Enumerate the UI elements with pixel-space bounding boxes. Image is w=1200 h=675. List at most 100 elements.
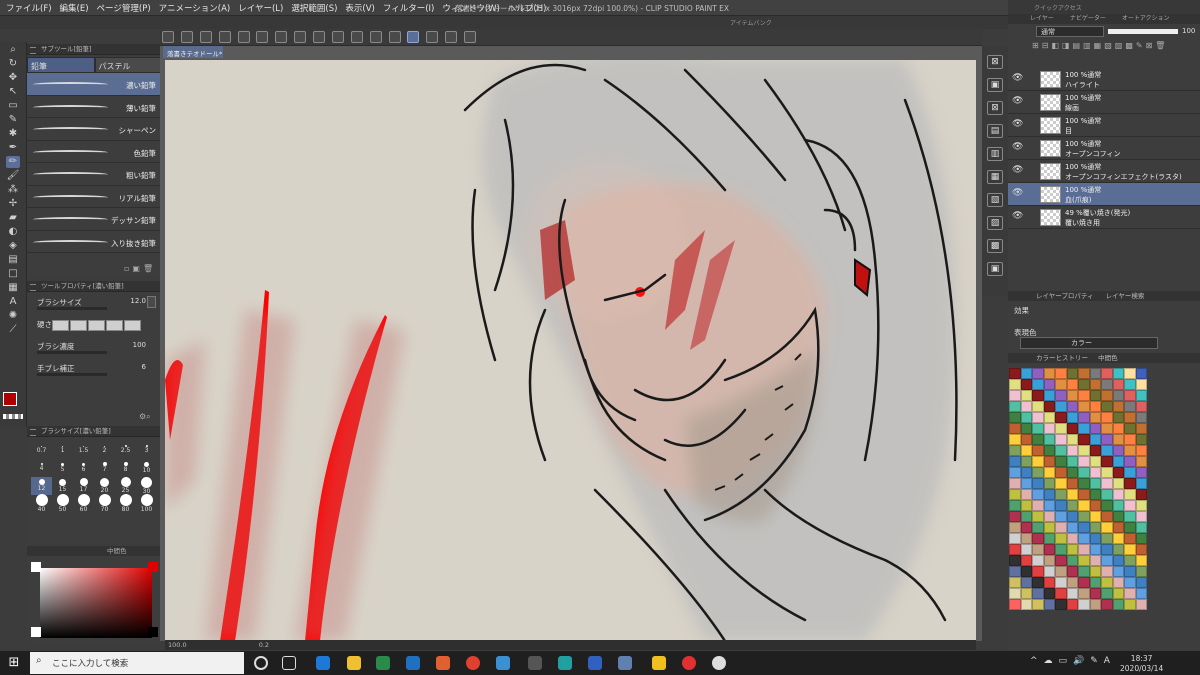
airbrush-icon[interactable]: ⁂ — [6, 184, 20, 196]
color-swatch[interactable] — [1112, 511, 1124, 522]
color-swatch[interactable] — [1009, 555, 1021, 566]
color-swatch[interactable] — [1032, 555, 1044, 566]
color-swatch[interactable] — [1135, 423, 1147, 434]
color-swatch[interactable] — [1009, 577, 1021, 588]
color-swatch[interactable] — [1055, 555, 1067, 566]
color-swatch[interactable] — [1124, 379, 1136, 390]
color-swatch[interactable] — [1032, 445, 1044, 456]
tab-layer-property[interactable]: レイヤープロパティ — [1036, 291, 1094, 301]
menu-filter[interactable]: フィルター(I) — [383, 2, 434, 14]
color-swatch[interactable] — [1078, 577, 1090, 588]
layer-row[interactable]: 👁 100 %通常 血(爪痕) — [1008, 183, 1200, 206]
color-swatch[interactable] — [1020, 379, 1032, 390]
tab-layer-search[interactable]: レイヤー検索 — [1106, 291, 1145, 301]
clear-icon[interactable] — [275, 31, 288, 43]
color-swatch[interactable] — [1055, 544, 1067, 555]
color-swatch[interactable] — [1089, 368, 1101, 379]
brush-item[interactable]: デッサン鉛筆 — [27, 208, 162, 231]
color-swatch[interactable] — [1020, 434, 1032, 445]
visibility-eye-icon[interactable]: 👁 — [1012, 188, 1023, 198]
color-swatch[interactable] — [1032, 577, 1044, 588]
color-swatch[interactable] — [1124, 390, 1136, 401]
menu-file[interactable]: ファイル(F) — [6, 2, 52, 14]
color-swatch[interactable] — [1089, 434, 1101, 445]
color-swatch[interactable] — [1089, 566, 1101, 577]
color-swatch[interactable] — [1089, 577, 1101, 588]
color-swatch[interactable] — [1112, 588, 1124, 599]
color-swatch[interactable] — [1112, 401, 1124, 412]
app-icon-5[interactable] — [682, 656, 696, 670]
color-swatch[interactable] — [1032, 412, 1044, 423]
color-swatch[interactable] — [1089, 555, 1101, 566]
color-swatch[interactable] — [1032, 489, 1044, 500]
taskbar-search-input[interactable]: ここに入力して検索 — [30, 652, 244, 674]
gradient-icon[interactable]: ▤ — [6, 254, 20, 266]
color-swatch[interactable] — [1055, 368, 1067, 379]
color-swatch[interactable] — [1078, 368, 1090, 379]
tab-navigator[interactable]: ナビゲーター — [1070, 14, 1106, 24]
color-swatch[interactable] — [1112, 456, 1124, 467]
color-swatch[interactable] — [1066, 566, 1078, 577]
brush-item[interactable]: 入り抜き鉛筆 — [27, 231, 162, 253]
rotation-value[interactable]: 0.2 — [259, 641, 269, 649]
density-slider[interactable] — [37, 351, 107, 354]
brush-size-option[interactable]: 15 — [52, 477, 73, 495]
figure-icon[interactable]: □ — [6, 268, 20, 280]
color-swatch[interactable] — [1112, 533, 1124, 544]
undo-icon[interactable] — [237, 31, 250, 43]
tab-pastel[interactable]: パステル — [94, 57, 162, 73]
transform-icon[interactable] — [313, 31, 325, 43]
menu-layer[interactable]: レイヤー(L) — [238, 2, 283, 14]
eraser-icon[interactable]: ▰ — [6, 212, 20, 224]
color-swatch[interactable] — [1078, 467, 1090, 478]
color-swatch[interactable] — [1089, 522, 1101, 533]
color-swatch[interactable] — [1124, 511, 1136, 522]
color-swatch[interactable] — [1020, 412, 1032, 423]
color-swatch[interactable] — [1101, 599, 1113, 610]
color-swatch[interactable] — [1066, 577, 1078, 588]
color-swatch[interactable] — [1043, 390, 1055, 401]
calculator-icon[interactable] — [528, 656, 542, 670]
subtool-buttons[interactable]: ▫▣🗑 — [124, 264, 156, 273]
color-swatch[interactable] — [1032, 533, 1044, 544]
opacity-slider[interactable] — [1108, 29, 1178, 34]
color-swatch[interactable] — [1135, 544, 1147, 555]
app-icon[interactable] — [558, 656, 572, 670]
color-swatch[interactable] — [1055, 390, 1067, 401]
color-red-swatch[interactable] — [148, 562, 158, 572]
color-swatch[interactable] — [1135, 577, 1147, 588]
color-swatch[interactable] — [1078, 588, 1090, 599]
brush-item[interactable]: 濃い鉛筆 — [27, 73, 162, 96]
color-swatch[interactable] — [1055, 500, 1067, 511]
color-swatch[interactable] — [1112, 599, 1124, 610]
brush-item[interactable]: 粗い鉛筆 — [27, 163, 162, 186]
brush-item[interactable]: リアル鉛筆 — [27, 186, 162, 208]
app-icon-4[interactable] — [652, 656, 666, 670]
color-swatch[interactable] — [1066, 379, 1078, 390]
color-swatch[interactable] — [1009, 478, 1021, 489]
color-swatch[interactable] — [1066, 368, 1078, 379]
color-swatch[interactable] — [1020, 401, 1032, 412]
color-swatch[interactable] — [1135, 599, 1147, 610]
brush-size-option[interactable]: 1 — [52, 441, 73, 459]
media-icon[interactable] — [436, 656, 450, 670]
color-swatch[interactable] — [1043, 456, 1055, 467]
color-swatch[interactable] — [1101, 401, 1113, 412]
stabilization-value[interactable]: 6 — [142, 363, 146, 371]
color-swatch[interactable] — [1101, 478, 1113, 489]
color-swatch[interactable] — [1020, 467, 1032, 478]
animation-icon[interactable]: ▧ — [987, 193, 1003, 207]
visibility-eye-icon[interactable]: 👁 — [1012, 73, 1023, 83]
color-swatch[interactable] — [1055, 478, 1067, 489]
main-color-swatch[interactable] — [3, 392, 17, 406]
color-swatch[interactable] — [1124, 544, 1136, 555]
transparent-swatch[interactable] — [3, 414, 23, 419]
color-swatch[interactable] — [1101, 390, 1113, 401]
color-swatch[interactable] — [1089, 423, 1101, 434]
drawing-canvas[interactable] — [165, 60, 976, 641]
color-swatch[interactable] — [1043, 401, 1055, 412]
color-swatch[interactable] — [1066, 478, 1078, 489]
color-swatch[interactable] — [1066, 456, 1078, 467]
layer-search-icon[interactable]: ▩ — [987, 239, 1003, 253]
color-swatch[interactable] — [1112, 445, 1124, 456]
